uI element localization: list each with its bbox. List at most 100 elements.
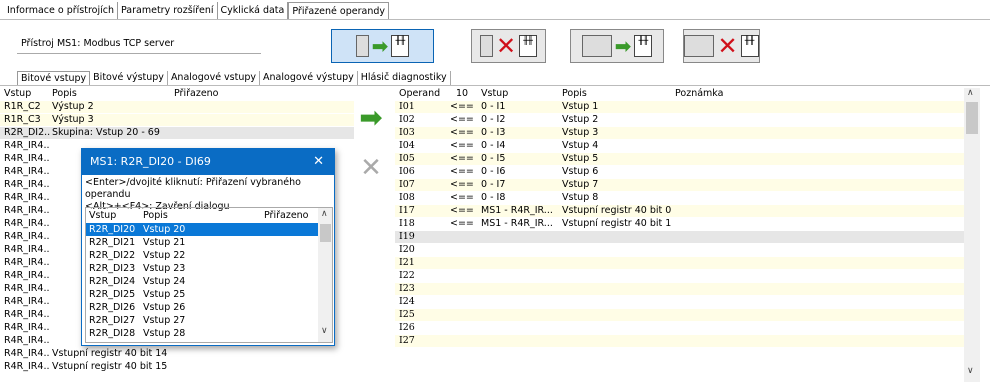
table-row[interactable]: R1R_C3 Výstup 3 bbox=[0, 114, 354, 126]
assign-button[interactable]: ➡ ╫╫ bbox=[331, 29, 434, 63]
list-item[interactable]: R2R_DI25 Vstup 25 bbox=[86, 288, 318, 301]
table-row[interactable]: R4R_IR4... Vstupní registr 40 bit 14 bbox=[0, 348, 354, 360]
tab-analog-inputs[interactable]: Analogové vstupy bbox=[168, 71, 261, 86]
cell-popis: Vstup 8 bbox=[562, 192, 599, 203]
table-row[interactable]: I06 <== 0 - I6 Vstup 6 bbox=[395, 166, 965, 178]
cell-popis: Vstup 28 bbox=[143, 328, 186, 339]
table-row[interactable]: I26 bbox=[395, 322, 965, 334]
cell-vstup: R2R_DI22 bbox=[89, 250, 136, 261]
table-row[interactable]: I03 <== 0 - I3 Vstup 3 bbox=[395, 127, 965, 139]
tab-cyclic-data[interactable]: Cyklická data bbox=[218, 2, 289, 19]
cell-popis: Vstup 3 bbox=[562, 127, 599, 138]
col-vstup[interactable]: Vstup bbox=[89, 209, 116, 222]
list-item[interactable]: R2R_DI24 Vstup 24 bbox=[86, 275, 318, 288]
col-prirazeno[interactable]: Přiřazeno bbox=[264, 209, 309, 222]
cell-popis: Vstupní registr 40 bit 1 bbox=[562, 218, 672, 229]
green-arrow-icon: ➡ bbox=[371, 34, 389, 58]
cell-vstup: R2R_DI24 bbox=[89, 276, 136, 287]
table-row[interactable]: I05 <== 0 - I5 Vstup 5 bbox=[395, 153, 965, 165]
table-row[interactable]: I23 bbox=[395, 283, 965, 295]
scroll-up-icon[interactable]: ∧ bbox=[321, 209, 328, 219]
tab-diagnostics[interactable]: Hlásič diagnostiky bbox=[358, 71, 451, 86]
table-row[interactable]: I22 bbox=[395, 270, 965, 282]
cell-vstup: R4R_IR4... bbox=[4, 140, 50, 151]
col-number[interactable]: 10 bbox=[456, 88, 468, 100]
cell-operand: I06 bbox=[399, 166, 415, 177]
scroll-down-icon[interactable]: ∨ bbox=[967, 366, 974, 376]
cell-popis: Vstup 23 bbox=[143, 263, 186, 274]
cell-operand: I23 bbox=[399, 283, 415, 294]
table-row[interactable]: I07 <== 0 - I7 Vstup 7 bbox=[395, 179, 965, 191]
cell-vstup: R4R_IR4... bbox=[4, 335, 50, 346]
col-popis[interactable]: Popis bbox=[52, 88, 77, 100]
close-icon[interactable]: ✕ bbox=[313, 149, 324, 175]
cell-vstup: R4R_IR4... bbox=[4, 283, 50, 294]
table-row[interactable]: I02 <== 0 - I2 Vstup 2 bbox=[395, 114, 965, 126]
cell-arrow: <== bbox=[450, 218, 474, 229]
table-row[interactable]: I17 <== MS1 - R4R_IR... Vstupní registr 40 … bbox=[395, 205, 965, 217]
tab-assigned-operands[interactable]: Přiřazené operandy bbox=[288, 2, 389, 19]
block-icon bbox=[479, 35, 493, 57]
tab-device-info[interactable]: Informace o přístrojích bbox=[4, 2, 118, 19]
list-item[interactable]: R2R_DI21 Vstup 21 bbox=[86, 236, 318, 249]
vertical-scrollbar[interactable]: ∧ ∨ bbox=[964, 88, 980, 382]
list-item[interactable]: R2R_DI22 Vstup 22 bbox=[86, 249, 318, 262]
green-arrow-icon: ➡ bbox=[359, 101, 383, 134]
tab-bit-inputs[interactable]: Bitové vstupy bbox=[17, 71, 91, 86]
cell-operand: I01 bbox=[399, 101, 415, 112]
cell-popis: Vstupní registr 40 bit 15 bbox=[52, 361, 168, 372]
tab-bit-outputs[interactable]: Bitové výstupy bbox=[90, 71, 168, 86]
list-item[interactable]: R2R_DI27 Vstup 27 bbox=[86, 314, 318, 327]
list-item[interactable]: R2R_DI23 Vstup 23 bbox=[86, 262, 318, 275]
remove-operand-button[interactable]: ✕ bbox=[356, 153, 386, 183]
unassign-all-button[interactable]: ✕ ╫╫ bbox=[683, 29, 760, 63]
table-row[interactable]: I20 bbox=[395, 244, 965, 256]
col-popis[interactable]: Popis bbox=[562, 88, 587, 100]
top-tab-bar: Informace o přístrojích Parametry rozšíř… bbox=[4, 2, 389, 19]
table-row[interactable]: I21 bbox=[395, 257, 965, 269]
cell-vstup: R4R_IR4... bbox=[4, 257, 50, 268]
gray-x-icon: ✕ bbox=[360, 153, 382, 183]
col-popis[interactable]: Popis bbox=[143, 209, 168, 222]
cell-popis: Vstup 20 bbox=[143, 224, 186, 235]
scrollbar-thumb[interactable] bbox=[320, 224, 331, 242]
cell-popis: Vstup 26 bbox=[143, 302, 186, 313]
assign-operand-button[interactable]: ➡ bbox=[356, 103, 386, 133]
plc-module-icon: ╫╫ bbox=[634, 35, 653, 57]
scroll-up-icon[interactable]: ∧ bbox=[967, 88, 974, 98]
cell-operand: I25 bbox=[399, 309, 415, 320]
col-vstup[interactable]: Vstup bbox=[4, 88, 31, 100]
tab-extension-params[interactable]: Parametry rozšíření bbox=[118, 2, 218, 19]
table-row[interactable]: R2R_DI2... Skupina: Vstup 20 - 69 bbox=[0, 127, 354, 139]
list-item[interactable]: R2R_DI26 Vstup 26 bbox=[86, 301, 318, 314]
table-row[interactable]: R4R_IR4... Vstupní registr 40 bit 15 bbox=[0, 361, 354, 373]
cell-vstup: R4R_IR4... bbox=[4, 361, 50, 372]
cell-arrow: <== bbox=[450, 179, 474, 190]
dialog-list[interactable]: Vstup Popis Přiřazeno R2R_DI20 Vstup 20 R2… bbox=[85, 207, 333, 343]
col-vstup[interactable]: Vstup bbox=[481, 88, 508, 100]
table-row[interactable]: I27 bbox=[395, 335, 965, 347]
table-header: Vstup Popis Přiřazeno bbox=[0, 88, 354, 100]
dialog-scrollbar[interactable]: ∧ ∨ bbox=[318, 208, 332, 342]
col-poznamka[interactable]: Poznámka bbox=[675, 88, 723, 100]
table-row[interactable]: I01 <== 0 - I1 Vstup 1 bbox=[395, 101, 965, 113]
cell-operand: I08 bbox=[399, 192, 415, 203]
list-item[interactable]: R2R_DI28 Vstup 28 bbox=[86, 327, 318, 340]
table-row[interactable]: I08 <== 0 - I8 Vstup 8 bbox=[395, 192, 965, 204]
table-row[interactable]: I19 bbox=[395, 231, 965, 243]
assign-all-button[interactable]: ➡ ╫╫ bbox=[570, 29, 664, 63]
cell-vstup: R4R_IR4... bbox=[4, 192, 50, 203]
col-prirazeno[interactable]: Přiřazeno bbox=[174, 88, 219, 100]
tab-analog-outputs[interactable]: Analogové výstupy bbox=[260, 71, 358, 86]
table-row[interactable]: I04 <== 0 - I4 Vstup 4 bbox=[395, 140, 965, 152]
table-row[interactable]: R1R_C2 Výstup 2 bbox=[0, 101, 354, 113]
table-row[interactable]: I18 <== MS1 - R4R_IR... Vstupní registr 40 … bbox=[395, 218, 965, 230]
unassign-button[interactable]: ✕ ╫╫ bbox=[471, 29, 546, 63]
help-line-enter: <Enter>/dvojité kliknutí: Přiřazení vybr… bbox=[85, 177, 301, 200]
table-row[interactable]: I24 bbox=[395, 296, 965, 308]
table-row[interactable]: I25 bbox=[395, 309, 965, 321]
scrollbar-thumb[interactable] bbox=[966, 102, 978, 134]
list-item[interactable]: R2R_DI20 Vstup 20 bbox=[86, 223, 318, 236]
scroll-down-icon[interactable]: ∨ bbox=[321, 326, 328, 336]
col-operand[interactable]: Operand bbox=[399, 88, 440, 100]
